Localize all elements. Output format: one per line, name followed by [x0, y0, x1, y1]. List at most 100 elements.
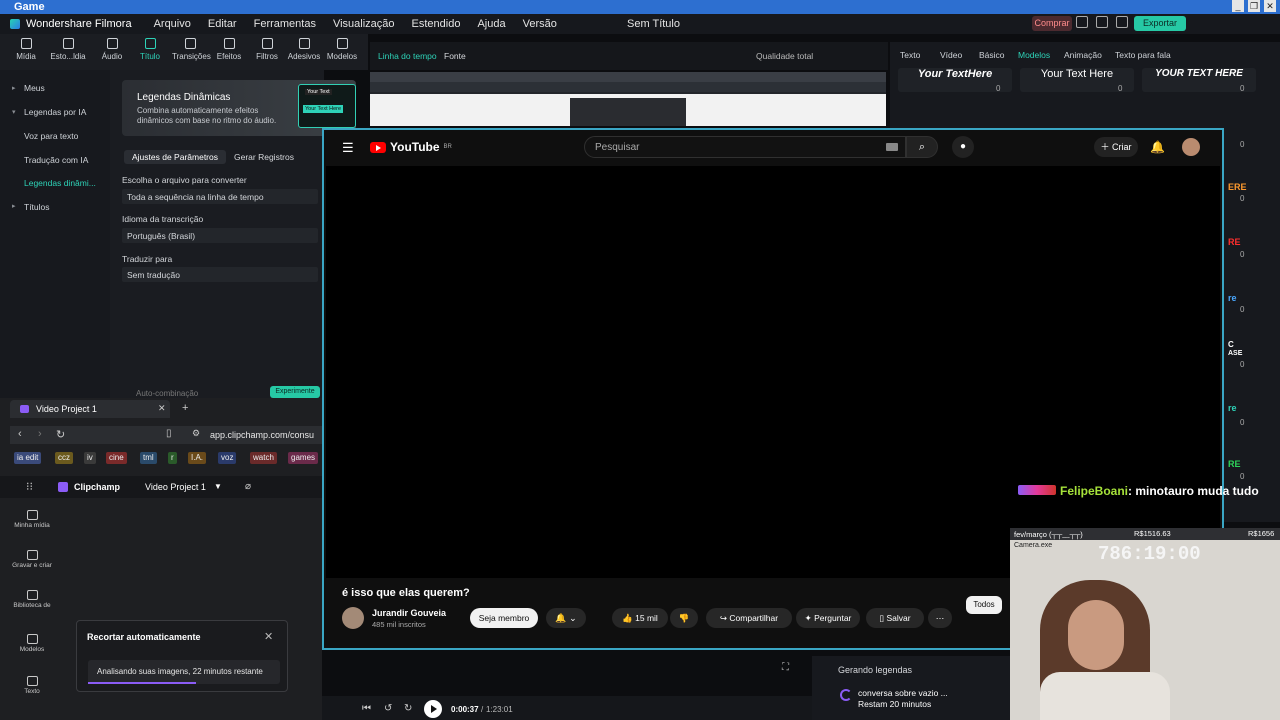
address-bar[interactable]: app.clipchamp.com/consu: [210, 430, 314, 440]
share-button[interactable]: ↪ Compartilhar: [706, 608, 792, 628]
join-button[interactable]: Seja membro: [470, 608, 538, 628]
site-info-icon[interactable]: ⚙: [192, 428, 200, 439]
tool-audio[interactable]: Áudio: [94, 38, 130, 61]
menu-visualizacao[interactable]: Visualização: [333, 18, 395, 30]
channel-name[interactable]: Jurandir Gouveia: [372, 608, 446, 618]
play-button[interactable]: [424, 700, 442, 718]
cloud-icon[interactable]: [1116, 16, 1128, 28]
rewind-icon[interactable]: ↺: [384, 703, 392, 714]
tool-effects[interactable]: Efeitos: [211, 38, 247, 61]
tool-title[interactable]: Título: [132, 38, 168, 61]
side-record[interactable]: Gravar e criar: [8, 550, 56, 569]
bookmark-item[interactable]: I.A.: [188, 452, 207, 464]
youtube-logo[interactable]: YouTube BR: [370, 140, 452, 154]
expand-arrow-icon[interactable]: ▾: [12, 108, 16, 116]
menu-estendido[interactable]: Estendido: [412, 18, 461, 30]
bookmark-item[interactable]: voz: [218, 452, 237, 464]
tab-texto-fala[interactable]: Texto para fala: [1115, 50, 1171, 60]
bookmark-item[interactable]: tml: [140, 452, 157, 464]
tab-registros[interactable]: Gerar Registros: [226, 150, 302, 164]
bookmark-item[interactable]: games: [288, 452, 319, 464]
notifications-bell-icon[interactable]: 🔔: [1150, 140, 1165, 154]
toast-close-icon[interactable]: ✕: [264, 630, 273, 643]
tool-templates[interactable]: Modelos: [324, 38, 360, 61]
bookmark-item[interactable]: watch: [250, 452, 277, 464]
tab-source[interactable]: Fonte: [444, 51, 466, 61]
forward-icon[interactable]: ↻: [404, 703, 412, 714]
hamburger-menu-icon[interactable]: ☰: [342, 140, 354, 156]
back-icon[interactable]: ‹: [18, 428, 22, 440]
menu-versao[interactable]: Versão: [523, 18, 557, 30]
menu-ferramentas[interactable]: Ferramentas: [254, 18, 316, 30]
tool-transitions[interactable]: Transições: [172, 38, 211, 61]
keyboard-icon[interactable]: [886, 143, 898, 151]
close-tab-icon[interactable]: ✕: [158, 403, 166, 414]
fullscreen-icon[interactable]: ⛶: [782, 662, 789, 673]
new-tab-icon[interactable]: +: [182, 402, 188, 414]
chevron-down-icon[interactable]: ▼: [214, 482, 222, 491]
screen-icon[interactable]: [1096, 16, 1108, 28]
tool-stickers[interactable]: Adesivos: [286, 38, 322, 61]
account-avatar[interactable]: [1182, 138, 1200, 156]
menu-editar[interactable]: Editar: [208, 18, 237, 30]
more-actions-button[interactable]: ⋯: [928, 608, 952, 628]
search-input[interactable]: Pesquisar: [584, 136, 906, 158]
forward-icon[interactable]: ›: [38, 428, 42, 440]
expand-arrow-icon[interactable]: ▸: [12, 202, 16, 210]
maximize-button[interactable]: ❐: [1248, 0, 1260, 12]
side-text[interactable]: Texto: [8, 676, 56, 695]
like-button[interactable]: 👍 15 mil: [612, 608, 668, 628]
reload-icon[interactable]: ↻: [56, 428, 65, 441]
tab-parametros[interactable]: Ajustes de Parâmetros: [124, 150, 226, 164]
save-button[interactable]: ▯ Salvar: [866, 608, 924, 628]
window-controls[interactable]: _ ❐ ✕: [1232, 0, 1276, 14]
tool-stock[interactable]: Esto...ldia: [50, 38, 86, 61]
side-templates[interactable]: Modelos: [8, 634, 56, 653]
template-card[interactable]: Your Text Here: [1020, 68, 1134, 92]
channel-avatar[interactable]: [342, 607, 364, 629]
project-name-dropdown[interactable]: Video Project 1: [145, 482, 206, 492]
tool-filters[interactable]: Filtros: [249, 38, 285, 61]
bookmark-item[interactable]: ia edit: [14, 452, 42, 464]
menu-arquivo[interactable]: Arquivo: [154, 18, 191, 30]
ask-button[interactable]: ✦ Perguntar: [796, 608, 860, 628]
bookmark-item[interactable]: ccz: [55, 452, 73, 464]
cloud-off-icon[interactable]: ⌀: [245, 481, 251, 492]
language-select[interactable]: Português (Brasil): [122, 228, 318, 243]
close-button[interactable]: ✕: [1264, 0, 1276, 12]
bookmark-item[interactable]: cine: [106, 452, 127, 464]
tool-media[interactable]: Mídia: [8, 38, 44, 61]
menu-ajuda[interactable]: Ajuda: [477, 18, 505, 30]
sidebar-item-legendas-ia[interactable]: Legendas por IA: [24, 107, 86, 117]
browser-tab[interactable]: Video Project 1: [10, 400, 170, 418]
voice-search-button[interactable]: ●: [952, 136, 974, 158]
bookmark-page-icon[interactable]: ▯: [166, 428, 172, 439]
minimize-button[interactable]: _: [1232, 0, 1244, 12]
create-button[interactable]: ＋ Criar: [1094, 137, 1138, 157]
layout-icon[interactable]: [1076, 16, 1088, 28]
prev-frame-icon[interactable]: ⏮: [362, 703, 371, 714]
bookmark-item[interactable]: r: [168, 452, 177, 464]
buy-button[interactable]: Comprar: [1032, 16, 1072, 31]
sidebar-item-titulos[interactable]: Títulos: [24, 202, 50, 212]
export-button[interactable]: Exportar: [1134, 16, 1186, 31]
tab-basico[interactable]: Básico: [979, 50, 1005, 60]
translate-select[interactable]: Sem tradução: [122, 267, 318, 282]
tab-video[interactable]: Vídeo: [940, 50, 962, 60]
video-player[interactable]: [326, 166, 1220, 578]
subscribe-bell-button[interactable]: 🔔 ⌄: [546, 608, 586, 628]
sidebar-item-voz-texto[interactable]: Voz para texto: [24, 131, 78, 141]
side-my-media[interactable]: Minha mídia: [8, 510, 56, 529]
template-card[interactable]: YOUR TEXT HERE: [1142, 68, 1256, 92]
tab-timeline[interactable]: Linha do tempo: [378, 51, 437, 61]
sidebar-item-meus[interactable]: Meus: [24, 83, 45, 93]
side-library[interactable]: Biblioteca de: [8, 590, 56, 609]
source-select[interactable]: Toda a sequência na linha de tempo: [122, 189, 318, 204]
sidebar-item-legendas-dinamicas[interactable]: Legendas dinâmi...: [24, 178, 96, 188]
tab-texto[interactable]: Texto: [900, 50, 920, 60]
apps-grid-icon[interactable]: ⁝⁝: [26, 480, 33, 493]
tab-animacao[interactable]: Animação: [1064, 50, 1102, 60]
search-button[interactable]: ⌕: [906, 136, 938, 158]
quality-dropdown[interactable]: Qualidade total: [756, 51, 813, 61]
bookmark-item[interactable]: iv: [84, 452, 96, 464]
